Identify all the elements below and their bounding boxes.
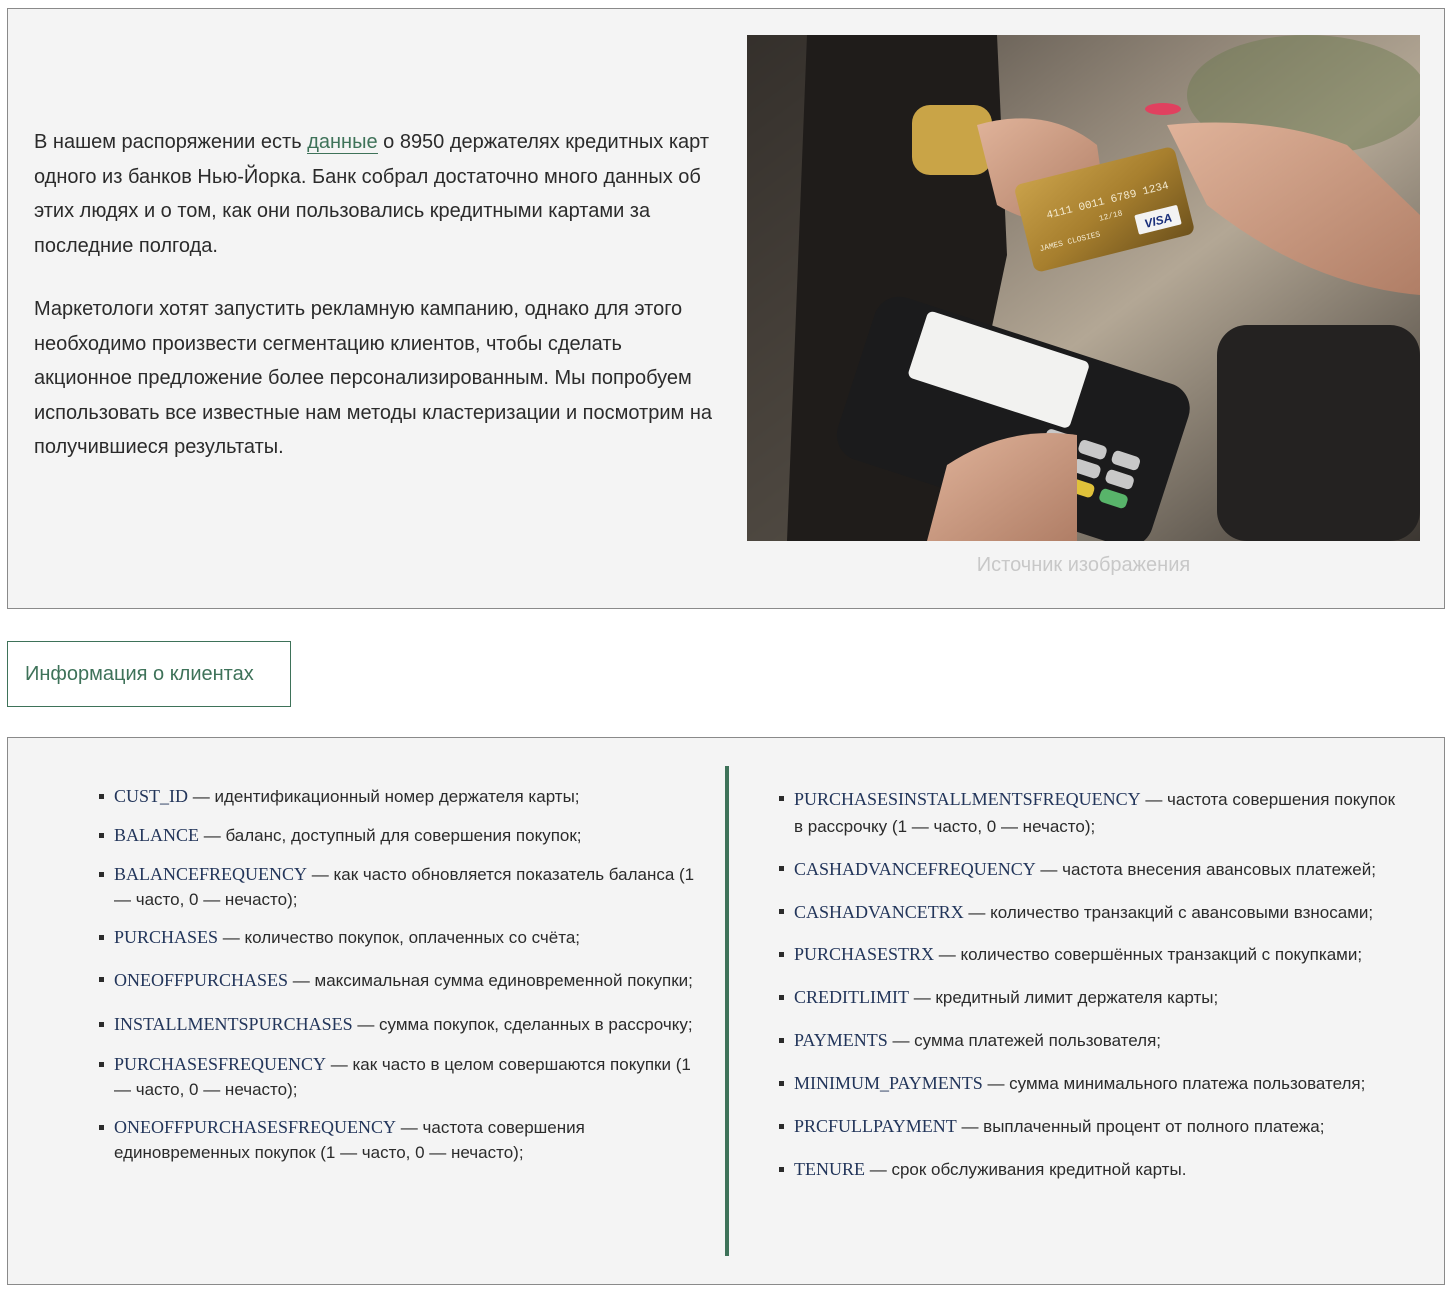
features-section: CUST_ID — идентификационный номер держат… xyxy=(7,737,1445,1285)
list-item: TENURE — срок обслуживания кредитной кар… xyxy=(776,1157,1401,1182)
tab-client-info[interactable]: Информация о клиентах xyxy=(7,641,291,707)
feature-desc: — баланс, доступный для совершения покуп… xyxy=(199,826,582,845)
list-item: PAYMENTS — сумма платежей пользователя; xyxy=(776,1028,1401,1053)
feature-desc: — сумма платежей пользователя; xyxy=(887,1031,1162,1050)
credit-card-payment-photo: 4111 0011 6789 1234 12/18 JAMES CLOSIES … xyxy=(747,35,1420,541)
list-item: BALANCE — баланс, доступный для совершен… xyxy=(96,823,696,848)
list-item: PURCHASESINSTALLMENTSFREQUENCY — частота… xyxy=(776,786,1401,840)
feature-term: INSTALLMENTSPURCHASES xyxy=(114,1014,353,1034)
list-item: CREDITLIMIT — кредитный лимит держателя … xyxy=(776,985,1401,1010)
feature-term: PURCHASESFREQUENCY xyxy=(114,1054,327,1074)
feature-desc: — сумма покупок, сделанных в рассрочку; xyxy=(352,1015,693,1034)
image-source-caption[interactable]: Источник изображения xyxy=(747,554,1420,577)
list-item: BALANCEFREQUENCY — как часто обновляется… xyxy=(96,862,696,912)
list-item: CASHADVANCEFREQUENCY — частота внесения … xyxy=(776,856,1401,883)
feature-term: PURCHASES xyxy=(114,927,219,947)
feature-term: TENURE xyxy=(794,1159,865,1179)
feature-term: PAYMENTS xyxy=(794,1030,888,1050)
intro-section: В нашем распоряжении есть данные о 8950 … xyxy=(7,8,1445,609)
feature-term: MINIMUM_PAYMENTS xyxy=(794,1073,983,1093)
list-item: CASHADVANCETRX — количество транзакций с… xyxy=(776,899,1401,926)
list-item: MINIMUM_PAYMENTS — сумма минимального пл… xyxy=(776,1071,1401,1096)
list-item: INSTALLMENTSPURCHASES — сумма покупок, с… xyxy=(96,1012,696,1037)
feature-term: CASHADVANCETRX xyxy=(794,902,964,922)
list-item: ONEOFFPURCHASES — максимальная сумма еди… xyxy=(96,967,696,994)
feature-term: PURCHASESINSTALLMENTSFREQUENCY xyxy=(794,789,1141,809)
column-divider xyxy=(725,766,729,1256)
feature-desc: — сумма минимального платежа пользовател… xyxy=(982,1074,1366,1093)
intro-paragraph-1: В нашем распоряжении есть данные о 8950 … xyxy=(34,125,714,263)
list-item: PRCFULLPAYMENT — выплаченный процент от … xyxy=(776,1114,1401,1139)
feature-term: ONEOFFPURCHASES xyxy=(114,970,289,990)
list-item: PURCHASES — количество покупок, оплаченн… xyxy=(96,925,696,950)
feature-term: CUST_ID xyxy=(114,786,189,806)
feature-term: BALANCE xyxy=(114,825,199,845)
feature-desc: — выплаченный процент от полного платежа… xyxy=(956,1117,1325,1136)
feature-desc: — частота внесения авансовых платежей; xyxy=(1035,860,1376,879)
feature-desc: — количество покупок, оплаченных со счёт… xyxy=(218,928,581,947)
feature-term: PRCFULLPAYMENT xyxy=(794,1116,957,1136)
intro-text: В нашем распоряжении есть данные о 8950 … xyxy=(34,125,714,494)
feature-desc: — срок обслуживания кредитной карты. xyxy=(865,1160,1187,1179)
feature-term: CREDITLIMIT xyxy=(794,987,909,1007)
intro-p1-before: В нашем распоряжении есть xyxy=(34,131,308,153)
list-item: CUST_ID — идентификационный номер держат… xyxy=(96,784,696,809)
list-item: ONEOFFPURCHASESFREQUENCY — частота совер… xyxy=(96,1115,696,1165)
feature-desc: — кредитный лимит держателя карты; xyxy=(908,988,1219,1007)
features-list-right: PURCHASESINSTALLMENTSFREQUENCY — частота… xyxy=(776,786,1401,1182)
list-item: PURCHASESTRX — количество совершённых тр… xyxy=(776,942,1401,967)
intro-paragraph-2: Маркетологи хотят запустить рекламную ка… xyxy=(34,298,712,458)
feature-term: ONEOFFPURCHASESFREQUENCY xyxy=(114,1117,397,1137)
features-list-left: CUST_ID — идентификационный номер держат… xyxy=(96,784,696,1165)
feature-term: CASHADVANCEFREQUENCY xyxy=(794,859,1036,879)
feature-desc: — идентификационный номер держателя карт… xyxy=(188,787,580,806)
data-link[interactable]: данные xyxy=(307,131,378,154)
feature-desc: — количество совершённых транзакций с по… xyxy=(934,945,1363,964)
list-item: PURCHASESFREQUENCY — как часто в целом с… xyxy=(96,1052,696,1102)
feature-desc: — количество транзакций с авансовыми взн… xyxy=(963,903,1374,922)
feature-desc: — максимальная сумма единовременной поку… xyxy=(288,971,693,990)
feature-term: PURCHASESTRX xyxy=(794,944,935,964)
feature-term: BALANCEFREQUENCY xyxy=(114,864,308,884)
photo-illustration: 4111 0011 6789 1234 12/18 JAMES CLOSIES … xyxy=(747,35,1420,541)
